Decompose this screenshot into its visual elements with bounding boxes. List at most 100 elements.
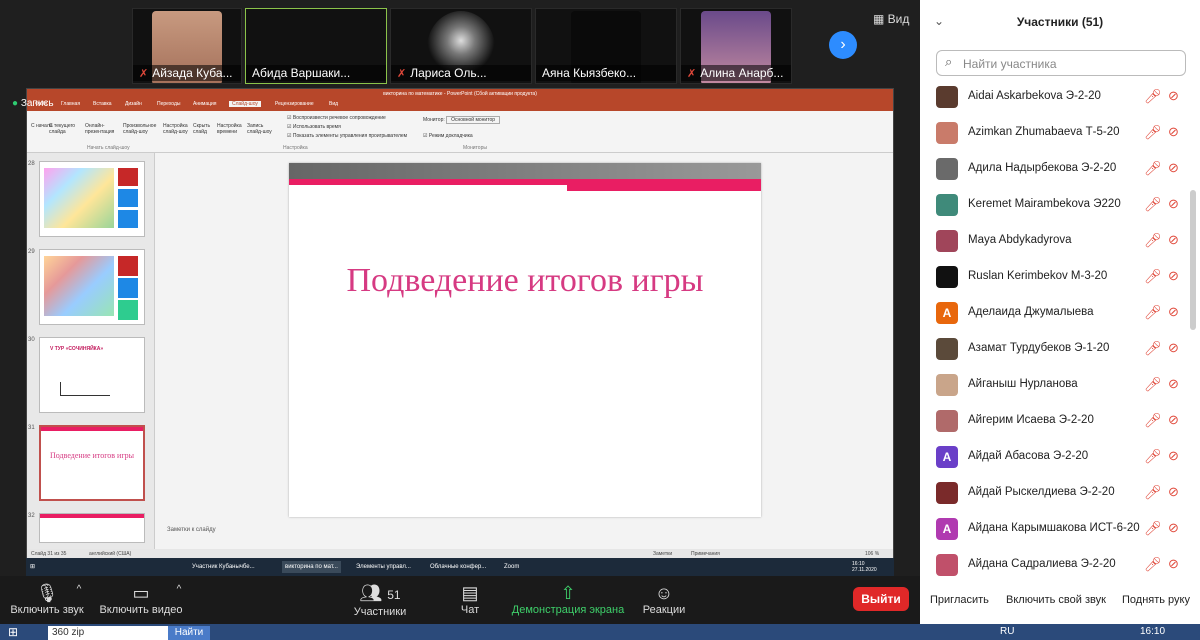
participant-name: Keremet Mairambekova Э220	[968, 198, 1121, 210]
video-options-chevron-icon[interactable]: ^	[174, 584, 184, 595]
participant-row[interactable]: A Айдай Абасова Э-2-20 🎤︎ ⊘	[920, 440, 1190, 476]
video-tile[interactable]: ✗ Алина Анарб...	[680, 8, 792, 84]
avatar: А	[936, 302, 958, 324]
camera-off-icon: ⊘	[1168, 376, 1179, 391]
participant-row[interactable]: Айганыш Нурланова 🎤︎ ⊘	[920, 368, 1190, 404]
ribbon-record[interactable]: Запись слайд-шоу	[247, 123, 279, 135]
avatar	[936, 86, 958, 108]
check-media-controls[interactable]: ☑ Показать элементы управления проигрыва…	[287, 133, 407, 139]
os-search-input[interactable]: 360 zip	[48, 626, 168, 640]
video-tile[interactable]: Абида Варшаки...	[245, 8, 387, 84]
ribbon-setup[interactable]: Настройка слайд-шоу	[163, 123, 191, 135]
participants-button[interactable]: 👥︎ 51 Участники	[350, 582, 410, 618]
participant-row[interactable]: Азамат Турдубеков Э-1-20 🎤︎ ⊘	[920, 332, 1190, 368]
participant-name: Айдай Абасова Э-2-20	[968, 450, 1089, 462]
reactions-button[interactable]: ☺ Реакции	[640, 582, 688, 616]
tab-slideshow[interactable]: Слайд-шоу	[229, 101, 261, 107]
check-presenter-view[interactable]: ☑ Режим докладчика	[423, 133, 473, 139]
camera-off-icon: ⊘	[1168, 160, 1179, 175]
ribbon-rehearse[interactable]: Настройка времени	[217, 123, 245, 135]
video-tile[interactable]: Аяна Кыязбеко...	[535, 8, 677, 84]
os-clock: 16:10	[1140, 626, 1166, 637]
video-tile[interactable]: ✗ Айзада Куба...	[132, 8, 242, 84]
shared-taskbar: ⊞ Участник Кубанычбе... викторина по мат…	[26, 558, 894, 576]
taskbar-item: Участник Кубанычбе...	[192, 564, 255, 570]
mic-muted-icon: 🎤︎	[1144, 304, 1162, 320]
shared-clock: 16:10 27.11.2020	[852, 561, 877, 573]
participant-row[interactable]: Адила Надырбекова Э-2-20 🎤︎ ⊘	[920, 152, 1190, 188]
participant-row[interactable]: Айгерим Исаева Э-2-20 🎤︎ ⊘	[920, 404, 1190, 440]
ppt-ribbon: С начала С текущего слайда Онлайн-презен…	[27, 111, 893, 153]
avatar	[936, 158, 958, 180]
language-indicator[interactable]: RU	[1000, 626, 1014, 637]
audio-options-chevron-icon[interactable]: ^	[74, 584, 84, 595]
monitor-select[interactable]: Монитор: Основной монитор	[423, 116, 501, 124]
video-name: Лариса Оль...	[410, 66, 487, 80]
people-icon: 👥︎	[359, 583, 383, 603]
camera-off-icon: ⊘	[1168, 412, 1179, 427]
group-setup: Настройка	[283, 145, 308, 151]
notes-placeholder[interactable]: Заметки к слайду	[167, 527, 216, 533]
scrollbar[interactable]	[1190, 190, 1196, 330]
participant-row[interactable]: Azimkan Zhumabaeva Т-5-20 🎤︎ ⊘	[920, 116, 1190, 152]
check-narration[interactable]: ☑ Воспроизвести речевое сопровождение	[287, 115, 386, 121]
participant-row[interactable]: A Айдана Карымшакова ИСТ-6-20 🎤︎ ⊘	[920, 512, 1190, 548]
taskbar-item: викторина по мат...	[282, 561, 341, 573]
mic-muted-icon: 🎤︎	[1144, 448, 1162, 464]
video-tile[interactable]: ✗ Лариса Оль...	[390, 8, 532, 84]
tab-insert[interactable]: Вставка	[93, 101, 112, 107]
camera-off-icon: ⊘	[1168, 304, 1179, 319]
check-timings[interactable]: ☑ Использовать время	[287, 124, 341, 130]
participant-row[interactable]: Айдана Садралиева Э-2-20 🎤︎ ⊘	[920, 548, 1190, 584]
slide-thumb[interactable]: V ТУР «СОЧИНЯЙКА»	[39, 337, 145, 413]
mic-muted-icon: ✗	[687, 68, 697, 80]
slide-thumb-current[interactable]: Подведение итогов игры	[39, 425, 145, 501]
video-name: Абида Варшаки...	[252, 66, 351, 80]
tab-view[interactable]: Вид	[329, 101, 338, 107]
tab-animation[interactable]: Анимация	[193, 101, 216, 107]
video-name: Айзада Куба...	[152, 66, 233, 80]
unmute-self-button[interactable]: Включить свой звук	[1006, 590, 1106, 610]
avatar	[936, 554, 958, 576]
slide-thumb[interactable]	[39, 161, 145, 237]
participant-search-input[interactable]: ⌕ Найти участника	[936, 50, 1186, 76]
next-page-icon[interactable]: ›	[829, 31, 857, 59]
slide-thumb[interactable]	[39, 513, 145, 543]
leave-button[interactable]: Выйти	[853, 587, 909, 611]
mic-muted-icon: 🎤︎	[1144, 268, 1162, 284]
windows-start-icon[interactable]: ⊞	[8, 625, 18, 639]
slide-title: Подведение итогов игры	[346, 262, 704, 299]
mic-muted-icon: 🎤︎	[1144, 196, 1162, 212]
participant-row[interactable]: А Аделаида Джумалыева 🎤︎ ⊘	[920, 296, 1190, 332]
mic-muted-icon: 🎤︎	[1144, 124, 1162, 140]
mic-muted-icon: 🎤︎	[1144, 484, 1162, 500]
participant-row[interactable]: Aidai Askarbekova Э-2-20 🎤︎ ⊘	[920, 80, 1190, 116]
invite-button[interactable]: Пригласить	[930, 590, 989, 610]
slide-thumb[interactable]	[39, 249, 145, 325]
raise-hand-button[interactable]: Поднять руку	[1122, 590, 1190, 610]
mic-muted-icon: 🎤︎	[1144, 556, 1162, 572]
ribbon-custom[interactable]: Произвольное слайд-шоу	[123, 123, 159, 135]
tab-home[interactable]: Главная	[61, 101, 80, 107]
participant-name: Айдай Рыскелдиева Э-2-20	[968, 486, 1115, 498]
ribbon-hide-slide[interactable]: Скрыть слайд	[193, 123, 215, 135]
taskbar-item: Zoom	[504, 564, 520, 570]
tab-transitions[interactable]: Переходы	[157, 101, 180, 107]
ribbon-from-current[interactable]: С текущего слайда	[49, 123, 77, 135]
camera-off-icon: ⊘	[1168, 124, 1179, 139]
share-screen-button[interactable]: ⇧ Демонстрация экрана	[510, 582, 626, 616]
participant-row[interactable]: Keremet Mairambekova Э220 🎤︎ ⊘	[920, 188, 1190, 224]
participant-row[interactable]: Maya Abdykadyrova 🎤︎ ⊘	[920, 224, 1190, 260]
chat-button[interactable]: ▤ Чат	[448, 582, 492, 616]
view-button[interactable]: ▦ Вид	[873, 12, 909, 26]
video-button[interactable]: ▭ Включить видео	[98, 582, 184, 616]
participant-row[interactable]: Айдай Рыскелдиева Э-2-20 🎤︎ ⊘	[920, 476, 1190, 512]
tab-review[interactable]: Рецензирование	[275, 101, 314, 107]
camera-off-icon: ⊘	[1168, 232, 1179, 247]
ribbon-online[interactable]: Онлайн-презентация	[85, 123, 119, 135]
avatar	[936, 338, 958, 360]
tab-design[interactable]: Дизайн	[125, 101, 142, 107]
participant-name: Azimkan Zhumabaeva Т-5-20	[968, 126, 1120, 138]
participant-row[interactable]: Ruslan Kerimbekov М-3-20 🎤︎ ⊘	[920, 260, 1190, 296]
os-search-button[interactable]: Найти	[168, 626, 210, 640]
